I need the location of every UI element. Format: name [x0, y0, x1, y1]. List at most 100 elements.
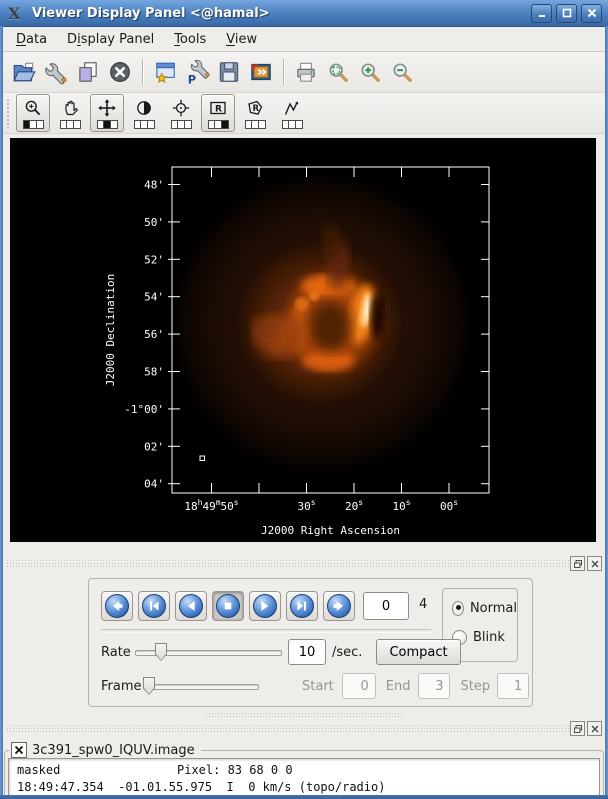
- frame-count-label: 4: [419, 597, 428, 612]
- zoom-tool-icon[interactable]: [16, 94, 50, 132]
- mouse-button-indicator: [22, 119, 44, 129]
- mouse-button-indicator: [281, 119, 303, 129]
- mode-radio-normal[interactable]: Normal: [452, 601, 517, 616]
- svg-text:-1°00': -1°00': [124, 403, 164, 416]
- step-field[interactable]: [497, 673, 530, 699]
- compact-button[interactable]: Compact: [376, 639, 461, 665]
- dock-float-button[interactable]: [570, 721, 585, 736]
- svg-text:50': 50': [144, 216, 164, 229]
- tracking-world-readout: 18:49:47.354 -01.01.55.975 I 0 km/s (top…: [17, 780, 386, 794]
- window-title: Viewer Display Panel <@hamal>: [32, 5, 270, 21]
- svg-text:J2000 Right Ascension: J2000 Right Ascension: [261, 524, 400, 537]
- step-label: Step: [460, 678, 491, 694]
- animator-panel: 4 Normal Blink Rate /sec. Compact Frame S…: [88, 578, 533, 707]
- svg-text:58': 58': [144, 366, 164, 379]
- sky-plot-canvas[interactable]: 48' 50' 52' 54' 56' 58' -1°00' 02' 04' 18h49m50s 3…: [10, 138, 596, 542]
- menubar: Data Display Panel Tools View: [0, 27, 608, 51]
- mouse-button-indicator: [207, 119, 229, 129]
- stretch-tool-icon[interactable]: [127, 94, 161, 132]
- animator-dock-handle[interactable]: [6, 556, 602, 571]
- rate-label: Rate: [101, 644, 131, 660]
- mouse-button-indicator: [244, 119, 266, 129]
- pan-hand-tool-icon[interactable]: [53, 94, 87, 132]
- dock-close-button[interactable]: [587, 721, 602, 736]
- tracking-checkbox[interactable]: [11, 742, 27, 758]
- close-button[interactable]: [581, 3, 602, 23]
- stop-button[interactable]: [212, 591, 244, 621]
- menu-data[interactable]: Data: [6, 29, 57, 50]
- new-display-panel-icon[interactable]: [149, 57, 181, 87]
- svg-text:48': 48': [144, 179, 164, 192]
- mouse-button-indicator: [170, 119, 192, 129]
- manage-images-icon[interactable]: [72, 57, 104, 87]
- tracking-dock-handle[interactable]: [6, 721, 602, 736]
- svg-text:18h49m50s: 18h49m50s: [184, 498, 238, 513]
- dock-float-button[interactable]: [570, 556, 585, 571]
- start-field[interactable]: [341, 673, 376, 699]
- window-controls: [531, 3, 602, 23]
- step-forward-icon: [290, 594, 314, 618]
- mouse-button-indicator: [59, 119, 81, 129]
- display-canvas-area: 48' 50' 52' 54' 56' 58' -1°00' 02' 04' 18h49m50s 3…: [0, 134, 608, 548]
- end-label: End: [385, 678, 411, 694]
- tracking-pixel-readout: Pixel: 83 68 0 0: [177, 763, 293, 777]
- stop-icon: [216, 594, 240, 618]
- close-data-icon[interactable]: [104, 57, 136, 87]
- open-data-icon[interactable]: [8, 57, 40, 87]
- step-forward-button[interactable]: [286, 591, 318, 621]
- zoom-region-icon[interactable]: [322, 57, 354, 87]
- x11-app-icon: X: [8, 3, 21, 23]
- tracking-image-title: 3c391_spw0_IQUV.image: [32, 742, 195, 758]
- zoom-out-icon[interactable]: [386, 57, 418, 87]
- toolbar-grip[interactable]: [6, 98, 11, 128]
- current-frame-field[interactable]: [363, 592, 409, 620]
- polygon-region-tool-icon[interactable]: [238, 94, 272, 132]
- rate-field[interactable]: [288, 639, 326, 665]
- mode-label: Blink: [473, 630, 505, 645]
- play-reverse-button[interactable]: [175, 591, 207, 621]
- jump-end-icon: [327, 594, 351, 618]
- play-forward-button[interactable]: [249, 591, 281, 621]
- point-tool-icon[interactable]: [164, 94, 198, 132]
- window-border-left[interactable]: [0, 26, 3, 799]
- play-forward-icon: [253, 594, 277, 618]
- menu-tools[interactable]: Tools: [164, 29, 216, 50]
- rectangle-region-tool-icon[interactable]: [201, 94, 235, 132]
- print-icon[interactable]: [290, 57, 322, 87]
- end-field[interactable]: [418, 673, 451, 699]
- maximize-button[interactable]: [556, 3, 577, 23]
- animator-resize-gripper[interactable]: [205, 712, 403, 718]
- dock-grip-texture: [6, 724, 574, 732]
- window-border-bottom[interactable]: [0, 795, 608, 799]
- main-toolbar: [0, 51, 608, 93]
- jump-start-icon: [105, 594, 129, 618]
- step-back-icon: [142, 594, 166, 618]
- panel-display-options-icon[interactable]: [181, 57, 213, 87]
- save-panel-state-icon[interactable]: [213, 57, 245, 87]
- menu-display-panel[interactable]: Display Panel: [57, 29, 164, 50]
- svg-text:J2000 Declination: J2000 Declination: [104, 274, 117, 387]
- toolbar-separator: [142, 59, 143, 85]
- dock-close-button[interactable]: [587, 556, 602, 571]
- menu-view[interactable]: View: [216, 29, 267, 50]
- polyline-tool-icon[interactable]: [275, 94, 309, 132]
- zoom-in-icon[interactable]: [354, 57, 386, 87]
- tracking-mask-status: masked: [17, 763, 61, 777]
- supernova-remnant-image: [172, 172, 474, 476]
- animator-transport-buttons: [101, 591, 355, 621]
- jump-start-button[interactable]: [101, 591, 133, 621]
- adjust-data-display-icon[interactable]: [40, 57, 72, 87]
- step-back-button[interactable]: [138, 591, 170, 621]
- mode-radio-blink[interactable]: Blink: [452, 630, 517, 645]
- play-reverse-icon: [179, 594, 203, 618]
- radio-icon: [452, 601, 464, 616]
- export-image-icon[interactable]: [245, 57, 277, 87]
- rate-row: Rate /sec. Compact: [101, 638, 461, 666]
- titlebar[interactable]: X Viewer Display Panel <@hamal>: [0, 0, 608, 27]
- toolbar-separator: [283, 59, 284, 85]
- jump-end-button[interactable]: [323, 591, 355, 621]
- minimize-button[interactable]: [531, 3, 552, 23]
- rate-slider[interactable]: [135, 643, 282, 661]
- frame-slider[interactable]: [143, 677, 259, 695]
- shift-tool-icon[interactable]: [90, 94, 124, 132]
